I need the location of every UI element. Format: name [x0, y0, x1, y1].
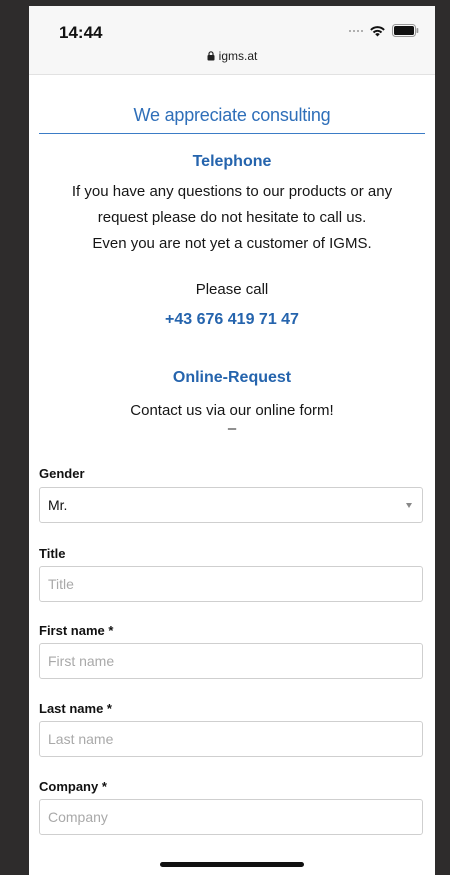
url-bar[interactable]: igms.at [29, 49, 435, 63]
last-name-label: Last name * [39, 701, 112, 716]
telephone-text-line: If you have any questions to our product… [71, 183, 393, 200]
first-name-label: First name * [39, 623, 114, 638]
telephone-text-line: Even you are not yet a customer of IGMS. [92, 235, 372, 252]
lock-icon [207, 51, 215, 61]
company-field-wrapper [39, 799, 423, 835]
section-title: We appreciate consulting [133, 105, 331, 125]
first-name-field-wrapper [39, 643, 423, 679]
wifi-icon [370, 25, 385, 36]
section-divider [39, 133, 425, 134]
battery-icon [392, 24, 419, 37]
telephone-text-line: request please do not hesitate to call u… [97, 209, 367, 226]
url-text: igms.at [218, 49, 258, 63]
gender-selected-value: Mr. [48, 497, 68, 513]
phone-number-link[interactable]: +43 676 419 71 47 [29, 311, 435, 329]
signal-icon [349, 29, 363, 32]
last-name-field-wrapper [39, 721, 423, 757]
first-name-input[interactable] [40, 644, 422, 678]
phone-screen: 14:44 igms.at We appreciate consulting T… [29, 6, 435, 875]
gender-select[interactable]: Mr. [39, 487, 423, 523]
telephone-heading: Telephone [192, 153, 272, 170]
last-name-input[interactable] [40, 722, 422, 756]
company-label: Company * [39, 779, 107, 794]
title-field-wrapper [39, 566, 423, 602]
online-request-heading: Online-Request [172, 369, 292, 386]
company-input[interactable] [40, 800, 422, 834]
home-indicator[interactable] [160, 862, 304, 867]
call-label: Please call [195, 281, 269, 298]
title-label: Title [39, 546, 66, 561]
gender-label: Gender [39, 466, 85, 481]
status-icons [349, 24, 419, 37]
online-request-divider: – [227, 420, 237, 437]
browser-status-bar: 14:44 igms.at [29, 6, 435, 75]
status-time: 14:44 [59, 23, 103, 42]
title-input[interactable] [40, 567, 422, 601]
chevron-down-icon [406, 503, 412, 508]
telephone-text: If you have any questions to our product… [49, 179, 415, 257]
